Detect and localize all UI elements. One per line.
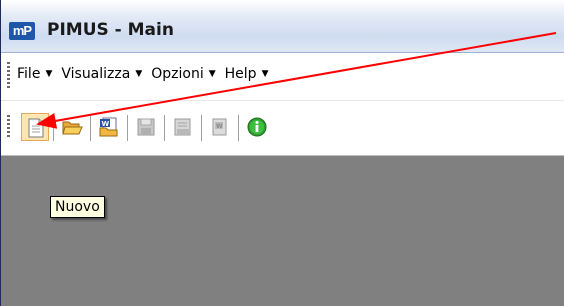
toolbar-separator [90,115,91,141]
workspace-area [1,156,564,306]
toolbar-separator [164,115,165,141]
dropdown-arrow-icon: ▼ [45,69,53,79]
svg-text:W: W [102,120,110,128]
toolbar-separator [238,115,239,141]
save-button[interactable] [132,113,160,141]
menu-help[interactable]: Help ▼ [225,66,269,82]
menu-items: File ▼ Visualizza ▼ Opzioni ▼ Help ▼ [17,66,278,82]
word-open-icon: W [99,117,118,137]
menu-help-label: Help [224,66,257,82]
word-export-button[interactable]: W [206,113,234,141]
svg-text:W: W [216,123,223,130]
dropdown-arrow-icon: ▼ [261,69,269,79]
word-export-icon: W [212,118,227,136]
dropdown-arrow-icon: ▼ [135,69,143,79]
main-window: mP PIMUS - Main File ▼ Visualizza ▼ Opzion… [0,0,564,306]
menu-file[interactable]: File ▼ [17,66,52,82]
toolbar: W W [1,101,564,156]
save-icon [137,118,155,136]
menu-opzioni-label: Opzioni [151,66,204,82]
menu-visualizza-label: Visualizza [61,66,131,82]
new-document-button[interactable] [21,113,49,141]
word-open-button[interactable]: W [95,113,123,141]
open-folder-button[interactable] [58,113,86,141]
toolbar-separator [201,115,202,141]
menu-grip-handle[interactable] [7,62,10,88]
info-button[interactable] [243,113,271,141]
open-folder-icon [62,121,83,135]
info-icon [247,117,267,137]
app-logo-icon: mP [9,22,35,40]
menu-opzioni[interactable]: Opzioni ▼ [151,66,215,82]
toolbar-grip-handle[interactable] [7,115,10,139]
menu-visualizza[interactable]: Visualizza ▼ [61,66,142,82]
toolbar-separator [127,115,128,141]
toolbar-separator [53,115,54,141]
tooltip: Nuovo [50,196,105,218]
print-preview-icon [174,118,191,136]
menu-bar: File ▼ Visualizza ▼ Opzioni ▼ Help ▼ [1,53,564,101]
menu-file-label: File [17,66,41,82]
dropdown-arrow-icon: ▼ [208,69,216,79]
window-title: PIMUS - Main [47,20,174,40]
new-document-icon [28,118,44,138]
title-bar[interactable]: mP PIMUS - Main [1,0,564,53]
print-preview-button[interactable] [169,113,197,141]
